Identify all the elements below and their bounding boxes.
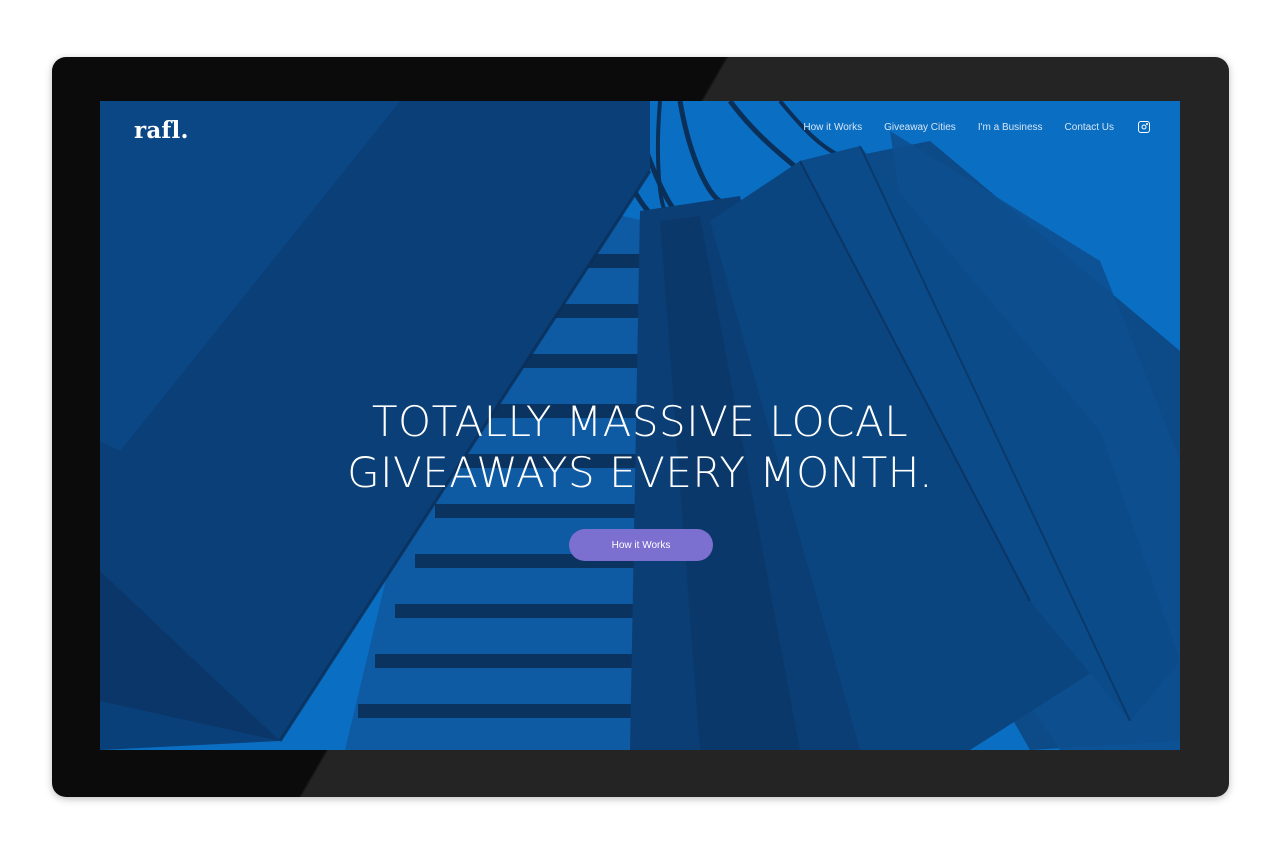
hero-headline-line-1: TOTALLY MASSIVE LOCAL — [371, 397, 909, 446]
nav-link-how-it-works[interactable]: How it Works — [803, 122, 862, 133]
hero-headline-line-2: GIVEAWAYS EVERY MONTH. — [347, 448, 933, 497]
nav-link-business[interactable]: I'm a Business — [978, 122, 1043, 133]
website-screen: rafl. How it Works Giveaway Cities I'm a… — [100, 101, 1180, 750]
brand-logo[interactable]: rafl. — [134, 117, 189, 144]
hero-headline: TOTALLY MASSIVE LOCAL GIVEAWAYS EVERY MO… — [100, 396, 1180, 498]
how-it-works-button[interactable]: How it Works — [569, 529, 713, 561]
nav-links: How it Works Giveaway Cities I'm a Busin… — [803, 121, 1150, 133]
instagram-icon[interactable] — [1138, 121, 1150, 133]
nav-link-contact-us[interactable]: Contact Us — [1065, 122, 1114, 133]
top-navigation: rafl. How it Works Giveaway Cities I'm a… — [100, 101, 1180, 161]
nav-link-giveaway-cities[interactable]: Giveaway Cities — [884, 122, 956, 133]
